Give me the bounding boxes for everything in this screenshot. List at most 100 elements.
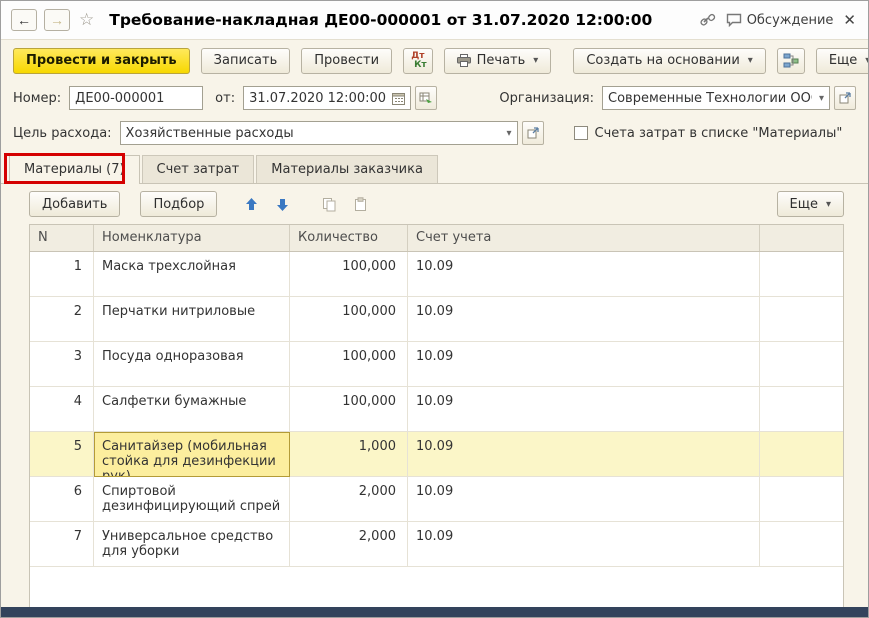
item-cell[interactable]: Универсальное средство для уборки [94, 522, 290, 567]
row-number-cell[interactable]: 5 [30, 432, 94, 477]
quantity-cell[interactable]: 2,000 [290, 522, 408, 567]
item-cell[interactable]: Салфетки бумажные [94, 387, 290, 432]
tab-materials[interactable]: Материалы (7) [9, 155, 140, 184]
item-cell[interactable]: Перчатки нитриловые [94, 297, 290, 342]
item-cell[interactable]: Спиртовой дезинфицирующий спрей [94, 477, 290, 522]
quantity-cell[interactable]: 100,000 [290, 297, 408, 342]
more-button[interactable]: Еще ▾ [816, 48, 869, 74]
filler-cell[interactable] [760, 387, 843, 432]
move-row-down-button[interactable] [272, 197, 293, 212]
item-cell-selected[interactable]: Санитайзер (мобильная стойка для дезинфе… [94, 432, 290, 477]
table-row: 7 Универсальное средство для уборки 2,00… [30, 522, 843, 567]
paste-button[interactable] [350, 197, 371, 212]
discussion-button[interactable]: Обсуждение [726, 13, 834, 28]
more-label: Еще [829, 53, 857, 68]
open-purpose-button[interactable] [522, 121, 544, 145]
open-organization-button[interactable] [834, 86, 856, 110]
write-button[interactable]: Записать [201, 48, 291, 74]
quantity-cell[interactable]: 100,000 [290, 252, 408, 297]
account-cell[interactable]: 10.09 [408, 432, 760, 477]
print-label: Печать [477, 53, 526, 68]
row-number-cell[interactable]: 4 [30, 387, 94, 432]
purpose-label: Цель расхода: [13, 126, 112, 141]
organization-input[interactable]: Современные Технологии ООО ▾ [602, 86, 830, 110]
related-documents-button[interactable] [415, 86, 437, 110]
account-cell[interactable]: 10.09 [408, 477, 760, 522]
filler-cell[interactable] [760, 252, 843, 297]
tab-strip: Материалы (7) Счет затрат Материалы зака… [1, 154, 868, 184]
row-number-cell[interactable]: 1 [30, 252, 94, 297]
header-qty: Количество [290, 225, 408, 251]
calendar-icon[interactable] [392, 92, 405, 105]
filler-cell[interactable] [760, 477, 843, 522]
quantity-cell[interactable]: 2,000 [290, 477, 408, 522]
tab-customer-materials[interactable]: Материалы заказчика [256, 155, 438, 183]
row-number-cell[interactable]: 6 [30, 477, 94, 522]
row-number-cell[interactable]: 3 [30, 342, 94, 387]
cost-accounts-checkbox-label: Счета затрат в списке "Материалы" [595, 126, 843, 141]
account-cell[interactable]: 10.09 [408, 387, 760, 432]
get-link-button[interactable] [700, 13, 716, 27]
create-on-basis-button[interactable]: Создать на основании ▾ [573, 48, 765, 74]
chevron-down-icon: ▾ [865, 55, 869, 66]
show-postings-button[interactable]: ДтКт [403, 48, 433, 74]
chevron-down-icon: ▾ [748, 55, 753, 66]
page-title: Требование-накладная ДЕ00-000001 от 31.0… [109, 11, 652, 29]
print-button[interactable]: Печать ▾ [444, 48, 552, 74]
filler-cell[interactable] [760, 342, 843, 387]
number-label: Номер: [13, 91, 61, 106]
copy-button[interactable] [319, 197, 340, 212]
item-cell[interactable]: Посуда одноразовая [94, 342, 290, 387]
taskbar-edge [1, 607, 868, 617]
back-button[interactable]: ← [11, 9, 37, 31]
purpose-value: Хозяйственные расходы [126, 126, 500, 141]
materials-panel: Добавить Подбор [1, 184, 868, 608]
row-number-cell[interactable]: 7 [30, 522, 94, 567]
account-cell[interactable]: 10.09 [408, 522, 760, 567]
number-value: ДЕ00-000001 [75, 91, 197, 106]
table-more-label: Еще [790, 197, 818, 212]
paste-icon [353, 197, 368, 212]
account-cell[interactable]: 10.09 [408, 252, 760, 297]
filler-cell[interactable] [760, 297, 843, 342]
close-icon: ✕ [843, 11, 856, 29]
document-window: ← → ☆ Требование-накладная ДЕ00-000001 о… [0, 0, 869, 618]
row-number-cell[interactable]: 2 [30, 297, 94, 342]
filler-cell[interactable] [760, 522, 843, 567]
cost-accounts-checkbox[interactable] [574, 126, 588, 140]
favorites-star-icon[interactable]: ☆ [79, 10, 94, 30]
quantity-cell[interactable]: 100,000 [290, 342, 408, 387]
chevron-down-icon[interactable]: ▾ [504, 128, 512, 139]
quantity-cell[interactable]: 100,000 [290, 387, 408, 432]
tab-cost-account[interactable]: Счет затрат [142, 155, 255, 183]
arrow-up-icon [244, 197, 259, 212]
chevron-down-icon[interactable]: ▾ [816, 93, 824, 104]
table-row: 1 Маска трехслойная 100,000 10.09 [30, 252, 843, 297]
speech-bubble-icon [726, 13, 742, 27]
subordination-structure-button[interactable] [777, 48, 805, 74]
filler-cell[interactable] [760, 432, 843, 477]
arrow-down-icon [275, 197, 290, 212]
table-more-button[interactable]: Еще ▾ [777, 191, 845, 217]
date-input[interactable]: 31.07.2020 12:00:00 [243, 86, 411, 110]
quantity-cell[interactable]: 1,000 [290, 432, 408, 477]
post-button[interactable]: Провести [301, 48, 392, 74]
move-row-up-button[interactable] [241, 197, 262, 212]
chevron-down-icon: ▾ [533, 55, 538, 66]
account-cell[interactable]: 10.09 [408, 342, 760, 387]
date-value: 31.07.2020 12:00:00 [249, 91, 388, 106]
table-row-selected: 5 Санитайзер (мобильная стойка для дезин… [30, 432, 843, 477]
forward-button[interactable]: → [44, 9, 70, 31]
link-icon [700, 13, 716, 27]
purpose-input[interactable]: Хозяйственные расходы ▾ [120, 121, 518, 145]
post-and-close-button[interactable]: Провести и закрыть [13, 48, 190, 74]
table-row: 2 Перчатки нитриловые 100,000 10.09 [30, 297, 843, 342]
pick-button[interactable]: Подбор [140, 191, 217, 217]
number-input[interactable]: ДЕ00-000001 [69, 86, 203, 110]
table-row: 6 Спиртовой дезинфицирующий спрей 2,000 … [30, 477, 843, 522]
add-row-button[interactable]: Добавить [29, 191, 120, 217]
create-on-basis-label: Создать на основании [586, 53, 739, 68]
item-cell[interactable]: Маска трехслойная [94, 252, 290, 297]
close-button[interactable]: ✕ [843, 11, 856, 29]
account-cell[interactable]: 10.09 [408, 297, 760, 342]
